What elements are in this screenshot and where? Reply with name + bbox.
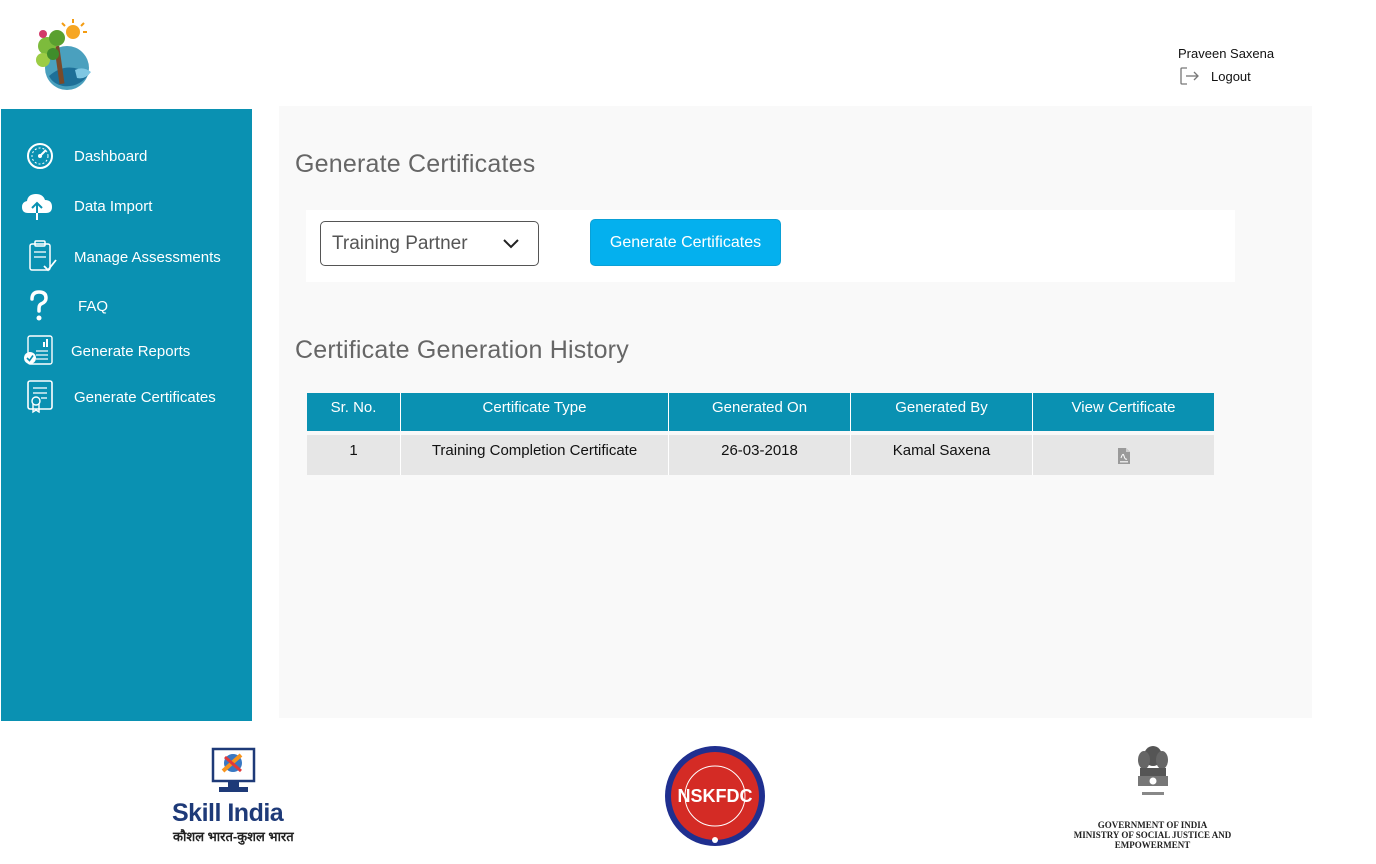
certificate-icon [23, 380, 57, 414]
sidebar-item-label: Generate Certificates [74, 388, 216, 406]
sidebar-item-generate-certificates[interactable]: Generate Certificates [1, 377, 252, 417]
column-header[interactable]: Generated By [851, 393, 1033, 431]
logout-icon [1180, 67, 1199, 85]
column-header[interactable]: Generated On [669, 393, 851, 431]
generate-certificates-button[interactable]: Generate Certificates [590, 219, 781, 266]
logout-button[interactable]: Logout [1178, 65, 1328, 87]
main-panel: Generate Certificates Training Partner G… [279, 106, 1312, 718]
sidebar-item-label: Data Import [74, 197, 153, 215]
sidebar-item-manage-assessments[interactable]: Manage Assessments [1, 237, 252, 277]
clipboard-check-icon [25, 240, 59, 274]
cell-sr-no: 1 [307, 431, 401, 475]
sidebar-item-label: Dashboard [74, 147, 148, 165]
history-title: Certificate Generation History [295, 336, 629, 364]
question-mark-icon [22, 289, 56, 323]
user-block: Praveen Saxena Logout [1178, 45, 1328, 87]
skill-india-emblem-icon [211, 747, 256, 792]
select-value: Training Partner [332, 232, 468, 254]
page-title: Generate Certificates [295, 150, 536, 178]
sidebar-item-data-import[interactable]: Data Import [1, 186, 252, 226]
nskfdc-text: NSKFDC [678, 786, 753, 806]
national-emblem-icon [1138, 746, 1168, 795]
nskfdc-logo: NSKFDC [659, 742, 771, 850]
table-header-row: Sr. No. Certificate Type Generated On Ge… [307, 393, 1214, 431]
table-row: 1 Training Completion Certificate 26-03-… [307, 431, 1214, 475]
gov-line-3: EMPOWERMENT [1114, 840, 1191, 850]
government-text: GOVERNMENT OF INDIA MINISTRY OF SOCIAL J… [1060, 820, 1245, 850]
gov-line-1: GOVERNMENT OF INDIA [1097, 820, 1208, 830]
sidebar-item-generate-reports[interactable]: Generate Reports [1, 331, 252, 371]
skill-india-text: Skill India [172, 799, 284, 827]
sidebar-item-faq[interactable]: FAQ [1, 286, 252, 326]
sidebar-item-label: Generate Reports [71, 342, 191, 360]
cell-generated-by: Kamal Saxena [851, 431, 1033, 475]
logout-label: Logout [1211, 68, 1251, 84]
sidebar-item-label: FAQ [78, 297, 109, 315]
sidebar: Dashboard Data Import Manage Assessments… [1, 109, 252, 721]
certificate-type-select[interactable]: Training Partner [320, 221, 539, 266]
controls-card: Training Partner Generate Certificates [306, 210, 1235, 282]
app-logo[interactable] [27, 16, 103, 92]
government-of-india-logo: GOVERNMENT OF INDIA MINISTRY OF SOCIAL J… [1060, 742, 1245, 854]
column-header[interactable]: Certificate Type [401, 393, 669, 431]
cell-generated-on: 26-03-2018 [669, 431, 851, 475]
pdf-file-icon[interactable] [1117, 447, 1131, 465]
column-header[interactable]: Sr. No. [307, 393, 401, 431]
chevron-down-icon [503, 239, 519, 249]
cell-certificate-type: Training Completion Certificate [401, 431, 669, 475]
certificate-history-table: Sr. No. Certificate Type Generated On Ge… [307, 393, 1214, 475]
page: Praveen Saxena Logout Dashboard Data Imp… [0, 0, 1376, 864]
report-chart-icon [22, 334, 56, 368]
cloud-upload-icon [20, 189, 54, 223]
cell-view-certificate [1033, 431, 1214, 475]
skill-india-subtext: कौशल भारत-कुशल भारत [173, 829, 294, 844]
skill-india-logo: Skill India कौशल भारत-कुशल भारत [170, 747, 300, 847]
speedometer-icon [23, 139, 57, 173]
gov-line-2: MINISTRY OF SOCIAL JUSTICE AND [1073, 830, 1232, 840]
sidebar-item-label: Manage Assessments [74, 248, 221, 266]
user-name: Praveen Saxena [1178, 46, 1275, 61]
sidebar-item-dashboard[interactable]: Dashboard [1, 136, 252, 176]
column-header[interactable]: View Certificate [1033, 393, 1214, 431]
